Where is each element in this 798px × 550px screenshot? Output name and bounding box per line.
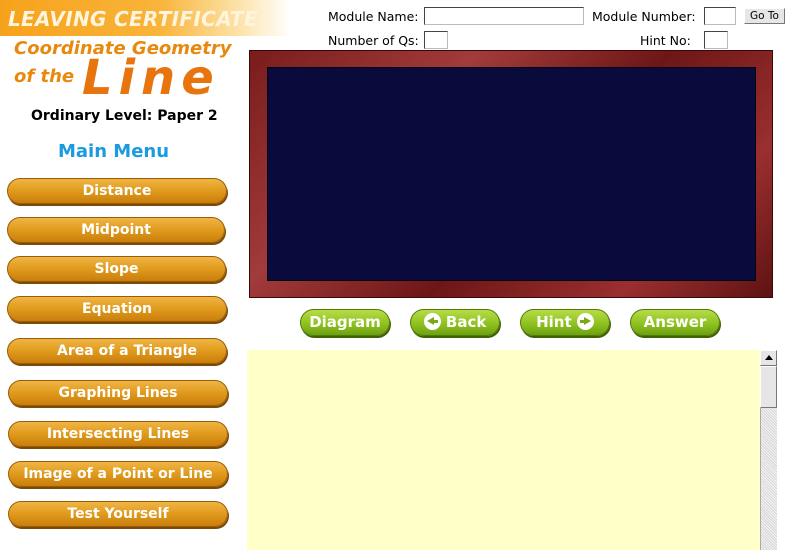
menu-button-distance[interactable]: Distance	[7, 178, 227, 204]
answer-label: Answer	[643, 313, 707, 331]
back-label: Back	[445, 313, 487, 331]
back-button[interactable]: Back	[410, 309, 500, 336]
module-number-input[interactable]	[704, 7, 736, 25]
menu-button-graphing-lines[interactable]: Graphing Lines	[8, 380, 228, 406]
menu-button-midpoint[interactable]: Midpoint	[7, 217, 225, 243]
num-qs-label: Number of Qs:	[328, 33, 419, 48]
level-label: Ordinary Level: Paper 2	[31, 108, 218, 124]
num-qs-input[interactable]	[424, 31, 448, 49]
goto-button[interactable]: Go To	[744, 8, 785, 24]
chalkboard	[267, 67, 756, 281]
hint-label: Hint	[536, 313, 572, 331]
menu-button-intersecting-lines[interactable]: Intersecting Lines	[8, 421, 228, 447]
diagram-button[interactable]: Diagram	[300, 309, 390, 336]
arrow-right-icon	[576, 313, 594, 330]
menu-button-image-of-point[interactable]: Image of a Point or Line	[8, 461, 228, 487]
module-name-input[interactable]	[424, 7, 584, 25]
hint-button[interactable]: Hint	[520, 309, 610, 336]
banner: LEAVING CERTIFICATE	[0, 0, 290, 36]
scroll-up-arrow-icon[interactable]	[760, 350, 777, 366]
arrow-left-icon	[423, 313, 441, 330]
answer-button[interactable]: Answer	[630, 309, 720, 336]
module-name-label: Module Name:	[328, 9, 419, 24]
menu-button-area-of-triangle[interactable]: Area of a Triangle	[7, 338, 227, 364]
menu-button-slope[interactable]: Slope	[7, 256, 226, 282]
hint-no-input[interactable]	[704, 31, 728, 49]
answer-area[interactable]	[247, 350, 760, 550]
menu-button-equation[interactable]: Equation	[7, 296, 227, 322]
module-number-label: Module Number:	[592, 9, 696, 24]
banner-text: LEAVING CERTIFICATE	[8, 7, 258, 31]
menu-button-test-yourself[interactable]: Test Yourself	[8, 501, 228, 527]
subtitle-big: Line	[82, 50, 220, 106]
hint-no-label: Hint No:	[640, 33, 691, 48]
subtitle-line2: of the	[14, 66, 75, 87]
diagram-label: Diagram	[309, 313, 381, 331]
scrollbar-thumb[interactable]	[760, 366, 777, 408]
main-menu-title: Main Menu	[58, 141, 170, 162]
